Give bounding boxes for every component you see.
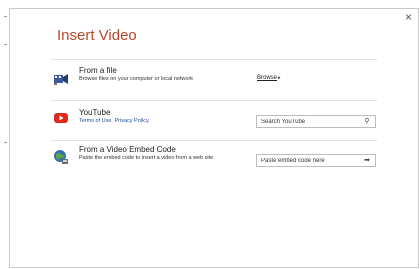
- divider: [51, 59, 377, 60]
- edge-tick: [4, 16, 7, 17]
- window-edge: [0, 0, 9, 269]
- film-icon: [53, 72, 69, 86]
- browse-label: Browse: [257, 75, 278, 81]
- browse-button[interactable]: Browse▸: [257, 75, 281, 81]
- search-icon[interactable]: ⚲: [362, 117, 372, 126]
- youtube-icon: [53, 111, 69, 125]
- edge-tick: [4, 44, 7, 45]
- privacy-policy-link[interactable]: Privacy Policy.: [114, 118, 149, 124]
- option-embed-code: From a Video Embed Code Paste the embed …: [51, 141, 377, 175]
- arrow-right-icon[interactable]: ➡: [362, 156, 372, 165]
- option-heading: YouTube: [79, 108, 111, 117]
- embed-code-box: ➡: [256, 154, 376, 167]
- youtube-search-input[interactable]: [257, 116, 361, 127]
- terms-of-use-link[interactable]: Terms of Use.: [79, 118, 113, 124]
- youtube-legal: Terms of Use. Privacy Policy.: [79, 118, 247, 125]
- option-youtube: YouTube Terms of Use. Privacy Policy. ⚲: [51, 102, 377, 136]
- chevron-right-icon: ▸: [278, 75, 281, 81]
- option-from-file: From a file Browse files on your compute…: [51, 63, 377, 97]
- embed-code-input[interactable]: [257, 155, 361, 166]
- option-heading: From a file: [79, 66, 117, 75]
- insert-video-dialog: × Insert Video From a file Browse files …: [9, 8, 419, 268]
- globe-icon: [53, 149, 69, 164]
- dialog-title: Insert Video: [57, 27, 137, 44]
- close-button[interactable]: ×: [405, 11, 412, 23]
- option-heading: From a Video Embed Code: [79, 145, 176, 154]
- option-subtitle: Browse files on your computer or local n…: [79, 76, 194, 82]
- youtube-search-box: ⚲: [256, 115, 376, 128]
- option-subtitle: Paste the embed code to insert a video f…: [79, 155, 214, 161]
- edge-tick: [4, 142, 7, 143]
- divider: [51, 100, 377, 101]
